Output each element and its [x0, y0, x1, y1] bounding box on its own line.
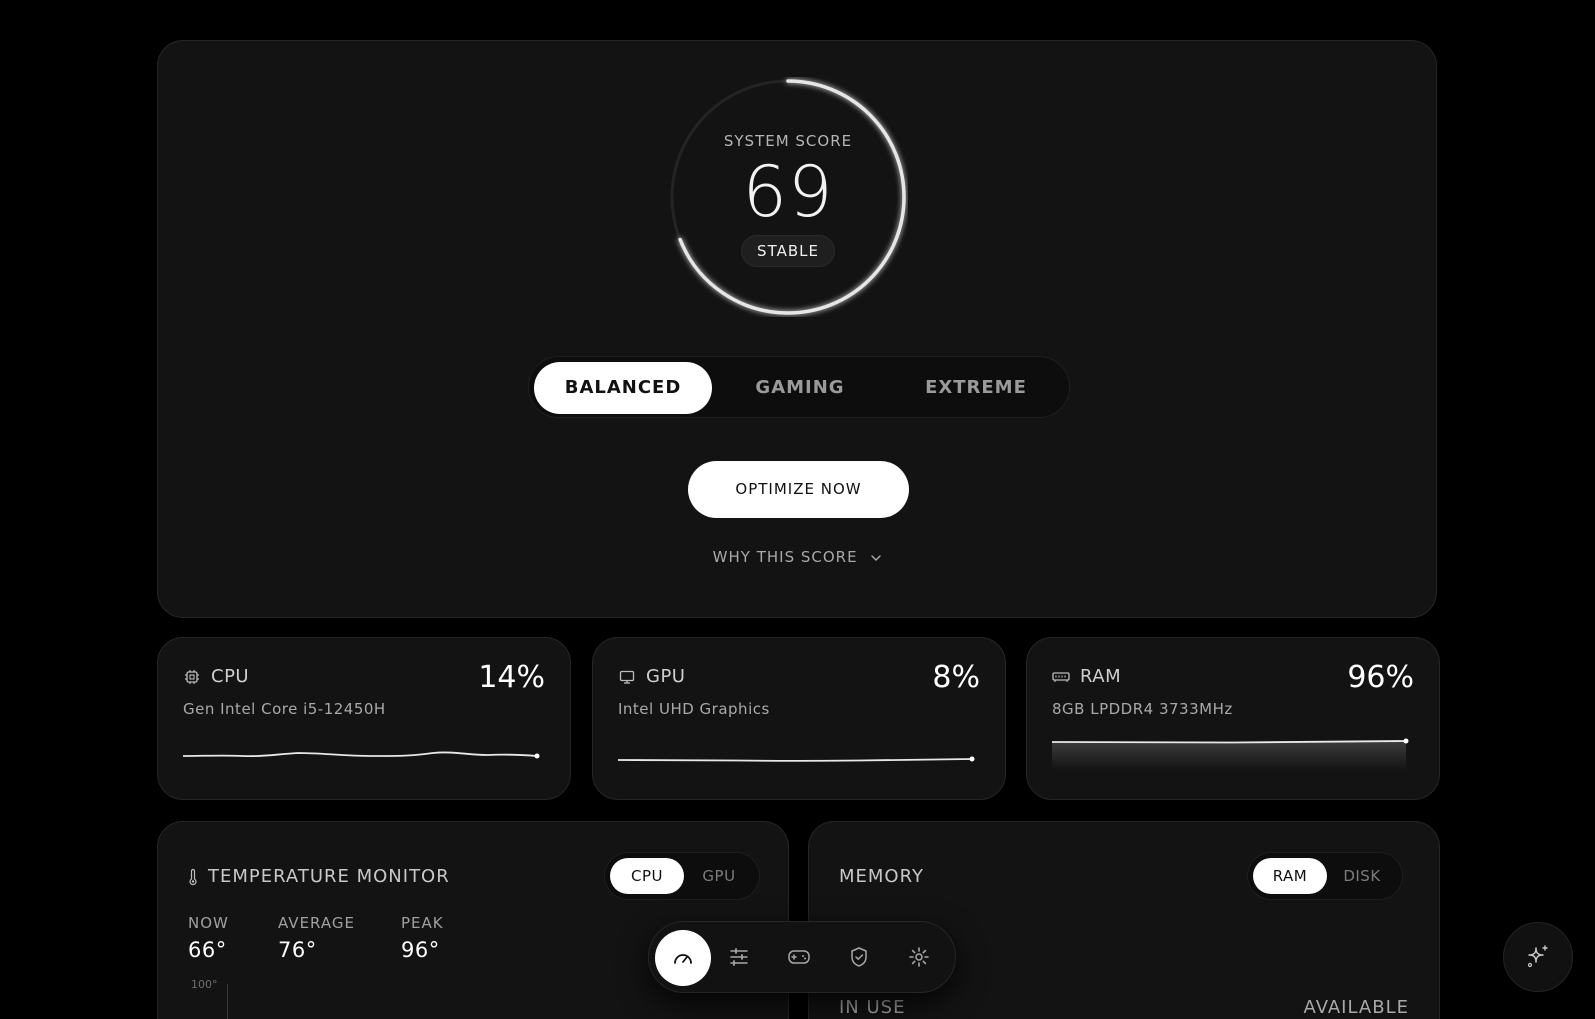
gpu-model: Intel UHD Graphics [618, 700, 770, 718]
thermometer-icon [189, 868, 197, 885]
mode-extreme-button[interactable]: EXTREME [887, 362, 1065, 414]
dock-gaming-button[interactable] [779, 937, 819, 977]
gpu-title: GPU [646, 666, 686, 687]
temp-average-label: AVERAGE [278, 914, 355, 932]
memory-disk-tab[interactable]: DISK [1325, 858, 1399, 894]
cpu-model: Gen Intel Core i5-12450H [183, 700, 386, 718]
cpu-usage-value: 14% [478, 660, 545, 695]
cpu-usage-card[interactable]: CPU 14% Gen Intel Core i5-12450H [157, 637, 571, 800]
ram-sparkline [1052, 738, 1409, 770]
sliders-icon [730, 948, 748, 966]
ram-usage-value: 96% [1347, 660, 1414, 695]
memory-ram-tab[interactable]: RAM [1253, 858, 1327, 894]
temperature-monitor-title: TEMPERATURE MONITOR [208, 866, 450, 887]
cpu-sparkline [183, 751, 540, 759]
memory-in-use-label: IN USE [839, 997, 906, 1018]
temp-average-value: 76° [278, 938, 317, 962]
temp-peak-stat: PEAK 96° [401, 914, 444, 962]
gear-icon [909, 947, 929, 967]
speedometer-icon [674, 954, 692, 964]
score-value: 69 [742, 151, 834, 233]
temp-now-value: 66° [188, 938, 227, 962]
memory-available-label: AVAILABLE [1303, 997, 1409, 1018]
monitor-icon [618, 668, 636, 686]
shield-check-icon [851, 947, 867, 967]
gamepad-icon [788, 950, 810, 964]
memory-type-toggle: RAM DISK [1247, 852, 1403, 900]
ram-usage-card[interactable]: RAM 96% 8GB LPDDR4 3733MHz [1026, 637, 1440, 800]
ram-title: RAM [1080, 666, 1122, 687]
ram-model: 8GB LPDDR4 3733MHz [1052, 700, 1233, 718]
why-this-score-label: WHY THIS SCORE [712, 548, 858, 566]
system-score-card: SYSTEM SCORE 69 STABLE BALANCED GAMING E… [157, 40, 1437, 618]
temp-peak-label: PEAK [401, 914, 444, 932]
cpu-chip-icon [183, 668, 201, 686]
dock-settings-button[interactable] [899, 937, 939, 977]
performance-mode-selector: BALANCED GAMING EXTREME [528, 356, 1070, 418]
why-this-score-toggle[interactable]: WHY THIS SCORE [158, 548, 1438, 566]
dock-security-button[interactable] [839, 937, 879, 977]
memory-module-icon [1052, 668, 1070, 686]
temperature-source-toggle: CPU GPU [604, 852, 760, 900]
temp-gpu-tab[interactable]: GPU [682, 858, 756, 894]
memory-title: MEMORY [839, 866, 924, 887]
cpu-title: CPU [211, 666, 250, 687]
temp-now-label: NOW [188, 914, 229, 932]
optimize-now-button[interactable]: OPTIMIZE NOW [688, 461, 909, 518]
ai-assistant-button[interactable] [1503, 922, 1573, 992]
chevron-down-icon [871, 554, 882, 561]
temp-chart-axis [227, 984, 228, 1019]
status-badge: STABLE [741, 235, 835, 267]
sparkles-icon [1527, 945, 1548, 968]
bottom-navigation-dock [648, 921, 956, 993]
gpu-sparkline [618, 756, 975, 762]
gpu-usage-value: 8% [932, 660, 980, 695]
mode-gaming-button[interactable]: GAMING [711, 362, 889, 414]
system-score-gauge: SYSTEM SCORE 69 STABLE [668, 77, 908, 317]
temp-now-stat: NOW 66° [188, 914, 229, 962]
score-label: SYSTEM SCORE [723, 132, 853, 150]
gpu-usage-card[interactable]: GPU 8% Intel UHD Graphics [592, 637, 1006, 800]
dock-tuning-button[interactable] [719, 937, 759, 977]
temp-cpu-tab[interactable]: CPU [610, 858, 684, 894]
temp-peak-value: 96° [401, 938, 440, 962]
temp-axis-max-label: 100° [191, 978, 218, 991]
temp-average-stat: AVERAGE 76° [278, 914, 355, 962]
dock-dashboard-button[interactable] [655, 930, 711, 986]
mode-balanced-button[interactable]: BALANCED [534, 362, 712, 414]
